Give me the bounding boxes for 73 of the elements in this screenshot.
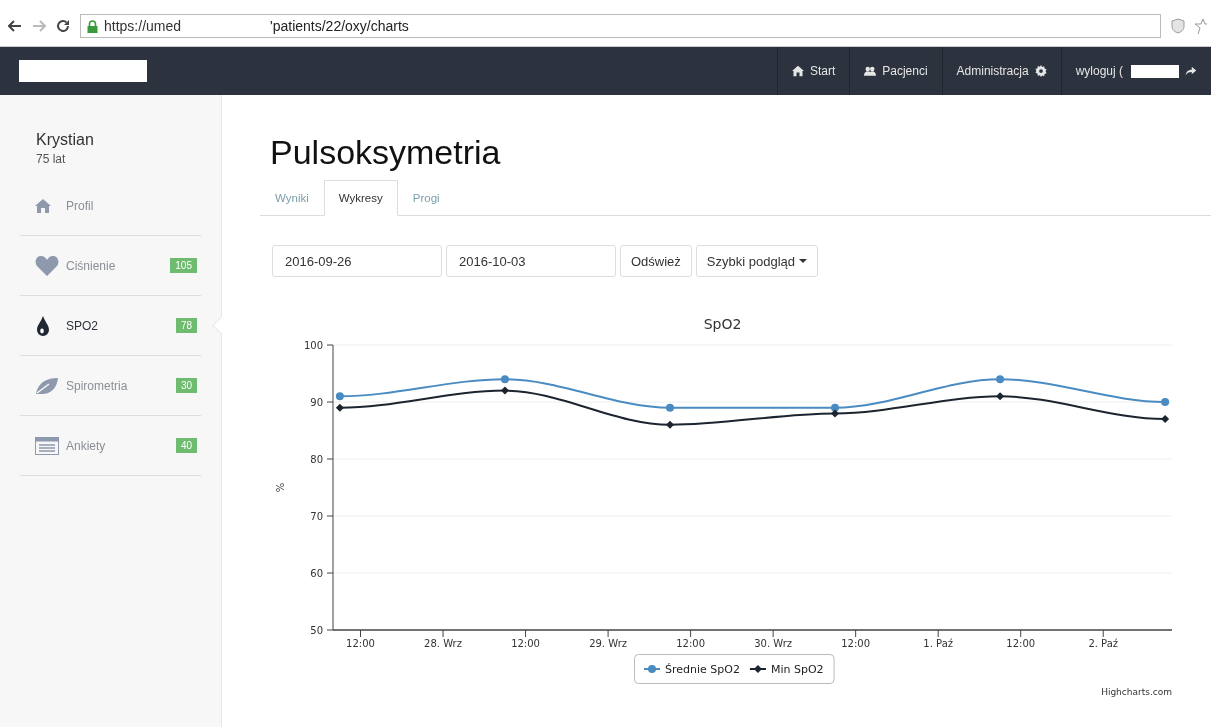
back-icon[interactable] bbox=[8, 20, 22, 32]
legend-marker-icon bbox=[643, 665, 661, 673]
data-point bbox=[666, 420, 674, 429]
x-axis-label: 28. Wrz bbox=[424, 638, 462, 649]
x-axis-label: 30. Wrz bbox=[754, 638, 793, 649]
address-bar[interactable]: https://umed 'patients/22/oxy/charts bbox=[80, 14, 1161, 38]
x-axis-label: 12:00 bbox=[346, 638, 375, 649]
nav-label: wyloguj ( bbox=[1075, 64, 1123, 78]
caret-icon bbox=[799, 259, 808, 263]
patient-name: Krystian bbox=[36, 131, 94, 149]
x-axis-label: 12:00 bbox=[841, 638, 871, 649]
nav-link[interactable]: wyloguj ( bbox=[1060, 47, 1211, 95]
lock-icon bbox=[87, 19, 98, 33]
data-point bbox=[831, 403, 840, 412]
list-icon bbox=[35, 436, 59, 455]
y-axis-label: 70 bbox=[310, 511, 323, 522]
x-axis-label: 12:00 bbox=[676, 638, 705, 649]
x-axis-label: 1. Paź bbox=[923, 638, 953, 649]
nav-link[interactable]: Start bbox=[776, 47, 850, 95]
users-icon bbox=[864, 65, 877, 77]
quick-view-dropdown[interactable]: Szybki podgląd bbox=[695, 245, 819, 277]
x-axis-label: 29. Wrz bbox=[589, 638, 628, 649]
nav-label: Pacjenci bbox=[882, 64, 928, 78]
data-point bbox=[500, 375, 509, 384]
y-axis-label: 100 bbox=[303, 340, 323, 351]
drop-icon bbox=[35, 315, 51, 336]
data-point bbox=[335, 392, 344, 401]
legend-label: Min SpO2 bbox=[770, 663, 824, 676]
y-axis-title: % bbox=[275, 482, 286, 493]
date-from-field[interactable]: 2016-09-26 bbox=[272, 245, 442, 277]
gear-icon bbox=[1034, 65, 1047, 77]
count-badge: 78 bbox=[175, 318, 197, 333]
legend-marker-icon bbox=[748, 665, 767, 673]
refresh-button[interactable]: Odśwież bbox=[620, 245, 692, 277]
reload-icon[interactable] bbox=[56, 19, 70, 33]
leaf-icon bbox=[35, 375, 59, 396]
x-axis-label: 2. Paź bbox=[1088, 638, 1119, 649]
nav-label: Start bbox=[809, 64, 836, 78]
credit-text: Highcharts.com bbox=[1101, 687, 1172, 697]
chart-title: SpO2 bbox=[703, 316, 742, 332]
redaction-box bbox=[1131, 64, 1179, 78]
url-text: 'patients/22/oxy/charts bbox=[270, 18, 409, 34]
data-point bbox=[335, 403, 344, 412]
data-point bbox=[996, 392, 1005, 401]
patient-age: 75 lat bbox=[35, 152, 67, 166]
data-point bbox=[500, 386, 509, 395]
house-icon bbox=[791, 65, 804, 77]
nav-link[interactable]: Pacjenci bbox=[849, 47, 942, 95]
share-arrow-icon bbox=[1185, 65, 1197, 77]
forward-icon[interactable] bbox=[32, 20, 46, 32]
data-point bbox=[1161, 398, 1170, 406]
data-point bbox=[666, 403, 674, 412]
page-title: Pulsoksymetria bbox=[270, 133, 502, 172]
y-axis-label: 50 bbox=[310, 625, 323, 636]
count-badge: 105 bbox=[170, 258, 197, 273]
data-point bbox=[996, 375, 1005, 384]
house-icon bbox=[35, 197, 51, 214]
date-to-field[interactable]: 2016-10-03 bbox=[446, 245, 616, 277]
nav-label: Administracja bbox=[956, 64, 1029, 78]
legend-label: Średnie SpO2 bbox=[665, 663, 740, 676]
data-point bbox=[1161, 415, 1170, 424]
url-text: https://umed bbox=[104, 18, 183, 34]
y-axis-label: 60 bbox=[310, 568, 323, 579]
x-axis-label: 12:00 bbox=[1006, 638, 1036, 649]
y-axis-label: 80 bbox=[310, 454, 323, 465]
shield-icon[interactable] bbox=[1171, 18, 1185, 34]
nav-link[interactable]: Administracja bbox=[941, 47, 1061, 95]
x-axis-label: 12:00 bbox=[511, 638, 540, 649]
heart-icon bbox=[35, 254, 59, 277]
count-badge: 40 bbox=[175, 438, 197, 453]
y-axis-label: 90 bbox=[310, 397, 323, 408]
tab[interactable]: Wykresy bbox=[323, 180, 398, 216]
count-badge: 30 bbox=[175, 378, 197, 393]
